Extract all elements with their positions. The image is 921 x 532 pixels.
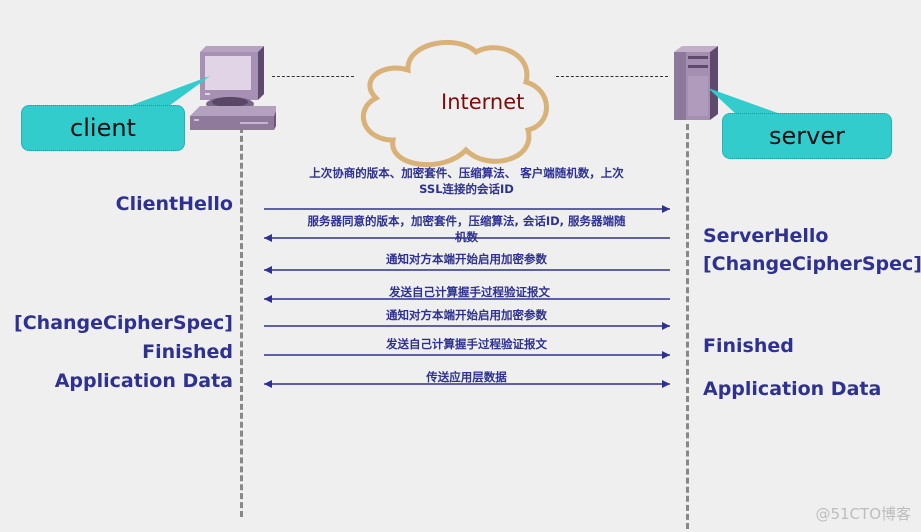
- watermark: @51CTO博客: [815, 505, 911, 523]
- message-4-arrowhead-left: [264, 295, 272, 303]
- message-1-arrowhead-right: [662, 205, 670, 213]
- message-arrows: [264, 205, 670, 388]
- message-6-arrowhead-right: [662, 351, 670, 359]
- message-7-arrowhead-left: [264, 380, 272, 388]
- message-5-arrowhead-right: [662, 322, 670, 330]
- message-3-arrowhead-left: [264, 266, 272, 274]
- message-2-arrowhead-left: [264, 234, 272, 242]
- message-7-arrowhead-right: [662, 380, 670, 388]
